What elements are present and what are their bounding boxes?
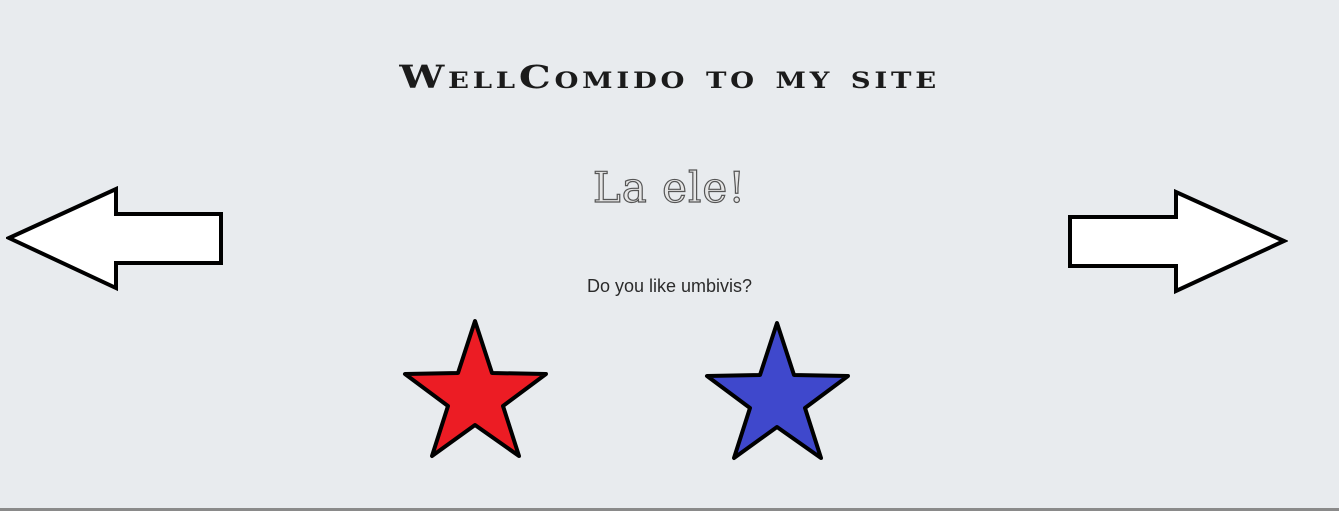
star-icon xyxy=(403,319,548,458)
previous-button[interactable] xyxy=(4,185,228,296)
left-arrow-icon xyxy=(4,185,223,292)
right-arrow-icon xyxy=(1068,188,1289,295)
red-star-button[interactable] xyxy=(402,317,552,466)
star-icon xyxy=(705,321,850,460)
site-title: WellComido to my site xyxy=(399,58,940,96)
blue-star-button[interactable] xyxy=(704,319,854,468)
next-button[interactable] xyxy=(1066,188,1289,299)
